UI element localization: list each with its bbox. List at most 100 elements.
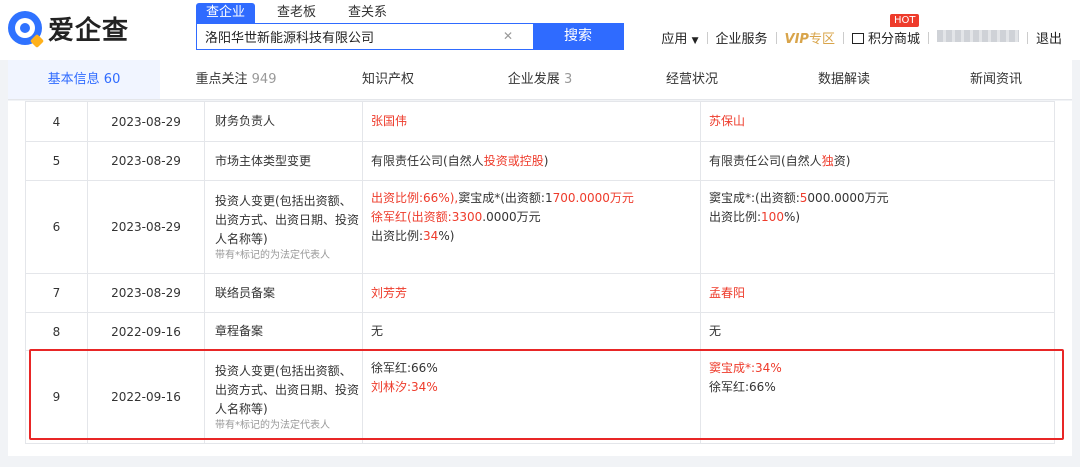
user-account[interactable] (929, 29, 1027, 46)
text: 出资比例: (709, 210, 762, 224)
value-line: 徐军红(出资额:3300.0000万元 (371, 208, 700, 227)
table-row: 6 2023-08-29 投资人变更(包括出资额、出资方式、出资日期、投资人名称… (25, 180, 1055, 274)
value-line: 出资比例:100%) (709, 208, 1054, 227)
change-date: 2023-08-29 (87, 141, 205, 181)
tab-label: 新闻资讯 (969, 72, 1022, 87)
text-diff: 出资比例:66%), (371, 191, 459, 205)
tab-operation[interactable]: 经营状况 (616, 60, 768, 99)
text-diff: 投资 (483, 153, 508, 168)
text: 窦宝成*(出资额:1 (458, 191, 553, 205)
change-item: 投资人变更(包括出资额、出资方式、出资日期、投资人名称等) 带有*标记的为法定代表… (204, 350, 363, 444)
tab-key-focus[interactable]: 重点关注 949 (160, 60, 312, 99)
row-number: 7 (25, 273, 88, 313)
change-item-label: 投资人变更(包括出资额、出资方式、出资日期、投资人名称等) (215, 193, 360, 246)
change-item: 投资人变更(包括出资额、出资方式、出资日期、投资人名称等) 带有*标记的为法定代表… (204, 180, 363, 274)
tab-news[interactable]: 新闻资讯 (920, 60, 1072, 99)
change-date: 2023-08-29 (87, 180, 205, 274)
logo-text: 爱企查 (48, 15, 130, 46)
before-value: 刘芳芳 (362, 273, 701, 313)
change-item: 联络员备案 (204, 273, 363, 313)
search-box: ✕ 搜索 (196, 23, 624, 50)
row-number: 4 (25, 101, 88, 142)
tab-development[interactable]: 企业发展 3 (464, 60, 616, 99)
tab-label: 企业发展 (507, 72, 560, 87)
blurred-username (936, 29, 1019, 42)
section-tabs: 基本信息 60 重点关注 949 知识产权 企业发展 3 经营状况 数据解读 新… (8, 60, 1072, 100)
row-number: 6 (25, 180, 88, 274)
change-item: 财务负责人 (204, 101, 363, 142)
tab-data-analysis[interactable]: 数据解读 (768, 60, 920, 99)
tab-ip[interactable]: 知识产权 (312, 60, 464, 99)
text-diff: 独 (821, 153, 834, 168)
after-value: 苏保山 (700, 101, 1055, 142)
search-type-tabs: 查企业 查老板 查关系 (196, 3, 409, 23)
hot-badge: HOT (889, 14, 920, 27)
after-value: 孟春阳 (700, 273, 1055, 313)
apps-menu[interactable]: 应用 ▼ (653, 28, 706, 47)
top-nav: 应用 ▼ 企业服务 VIP专区 积分商城 HOT 退出 (653, 14, 1070, 47)
row-number: 5 (25, 141, 88, 181)
change-item: 章程备案 (204, 312, 363, 351)
table-row: 9 2022-09-16 投资人变更(包括出资额、出资方式、出资日期、投资人名称… (25, 350, 1055, 444)
text: 出资比例: (371, 229, 424, 243)
after-value: 有限责任公司(自然人独资) (700, 141, 1055, 181)
clear-icon[interactable]: ✕ (497, 24, 519, 49)
gift-icon (851, 33, 864, 44)
text-diff: 控股 (519, 153, 544, 168)
change-date: 2022-09-16 (87, 312, 205, 351)
table-row: 5 2023-08-29 市场主体类型变更 有限责任公司(自然人投资或控股) 有… (25, 141, 1055, 181)
vip-label: VIP (784, 32, 809, 47)
text-diff: 100 (761, 210, 784, 224)
change-item: 市场主体类型变更 (204, 141, 363, 181)
logo[interactable]: 爱企查 (8, 10, 130, 49)
tab-basic-info[interactable]: 基本信息 60 (8, 60, 160, 99)
text-diff: 或 (507, 153, 520, 168)
vip-zone-link[interactable]: VIP专区 (777, 28, 843, 47)
change-date: 2023-08-29 (87, 273, 205, 313)
search-tab-boss[interactable]: 查老板 (267, 3, 326, 23)
tab-label: 数据解读 (817, 72, 870, 87)
after-value: 窦宝成*:34% 徐军红:66% (700, 350, 1055, 444)
search-tab-company[interactable]: 查企业 (196, 3, 256, 23)
table-row: 7 2023-08-29 联络员备案 刘芳芳 孟春阳 (25, 273, 1055, 313)
tab-count: 949 (251, 72, 277, 87)
tab-count: 3 (563, 72, 573, 87)
points-mall-link[interactable]: 积分商城 HOT (844, 14, 928, 47)
before-value: 有限责任公司(自然人投资或控股) (362, 141, 701, 181)
table-row: 4 2023-08-29 财务负责人 张国伟 苏保山 (25, 101, 1055, 142)
value-line: 窦宝成*:34% (709, 361, 782, 375)
before-value: 无 (362, 312, 701, 351)
value-line: 窦宝成*:(出资额:5000.0000万元 (709, 189, 1054, 208)
table-row: 8 2022-09-16 章程备案 无 无 (25, 312, 1055, 351)
tab-label: 重点关注 (195, 72, 248, 87)
value-line: 出资比例:66%),窦宝成*(出资额:1700.0000万元 (371, 189, 700, 208)
before-value: 徐军红:66% 刘林汐:34% (362, 350, 701, 444)
tab-label: 知识产权 (361, 72, 414, 87)
text: %) (783, 210, 801, 224)
text-diff: 700.0000万元 (552, 191, 634, 205)
search-button[interactable]: 搜索 (533, 24, 623, 49)
change-date: 2022-09-16 (87, 350, 205, 444)
change-date: 2023-08-29 (87, 101, 205, 142)
logout-link[interactable]: 退出 (1028, 28, 1070, 47)
row-number: 9 (25, 350, 88, 444)
search-tab-relation[interactable]: 查关系 (338, 3, 397, 23)
text: %) (438, 229, 455, 243)
vip-zone-label: 专区 (808, 32, 835, 47)
value-line: 徐军红:66% (709, 380, 776, 394)
value-line: 徐军红:66% (371, 361, 438, 375)
text: .0000万元 (482, 210, 541, 224)
search-input[interactable] (197, 24, 497, 49)
text: 资) (833, 153, 851, 168)
value-line: 出资比例:34%) (371, 227, 700, 246)
after-value: 窦宝成*:(出资额:5000.0000万元 出资比例:100%) (700, 180, 1055, 274)
text: 有限责任公司(自然人 (371, 153, 484, 168)
tab-label: 经营状况 (665, 72, 718, 87)
change-records-panel: 4 2023-08-29 财务负责人 张国伟 苏保山 5 2023-08-29 … (8, 101, 1072, 456)
change-item-label: 投资人变更(包括出资额、出资方式、出资日期、投资人名称等) (215, 363, 360, 416)
legal-rep-note: 带有*标记的为法定代表人 (215, 249, 330, 261)
caret-down-icon: ▼ (691, 36, 699, 46)
enterprise-service-link[interactable]: 企业服务 (708, 28, 776, 47)
points-mall-label: 积分商城 (867, 32, 920, 47)
tab-label: 基本信息 (47, 72, 100, 87)
